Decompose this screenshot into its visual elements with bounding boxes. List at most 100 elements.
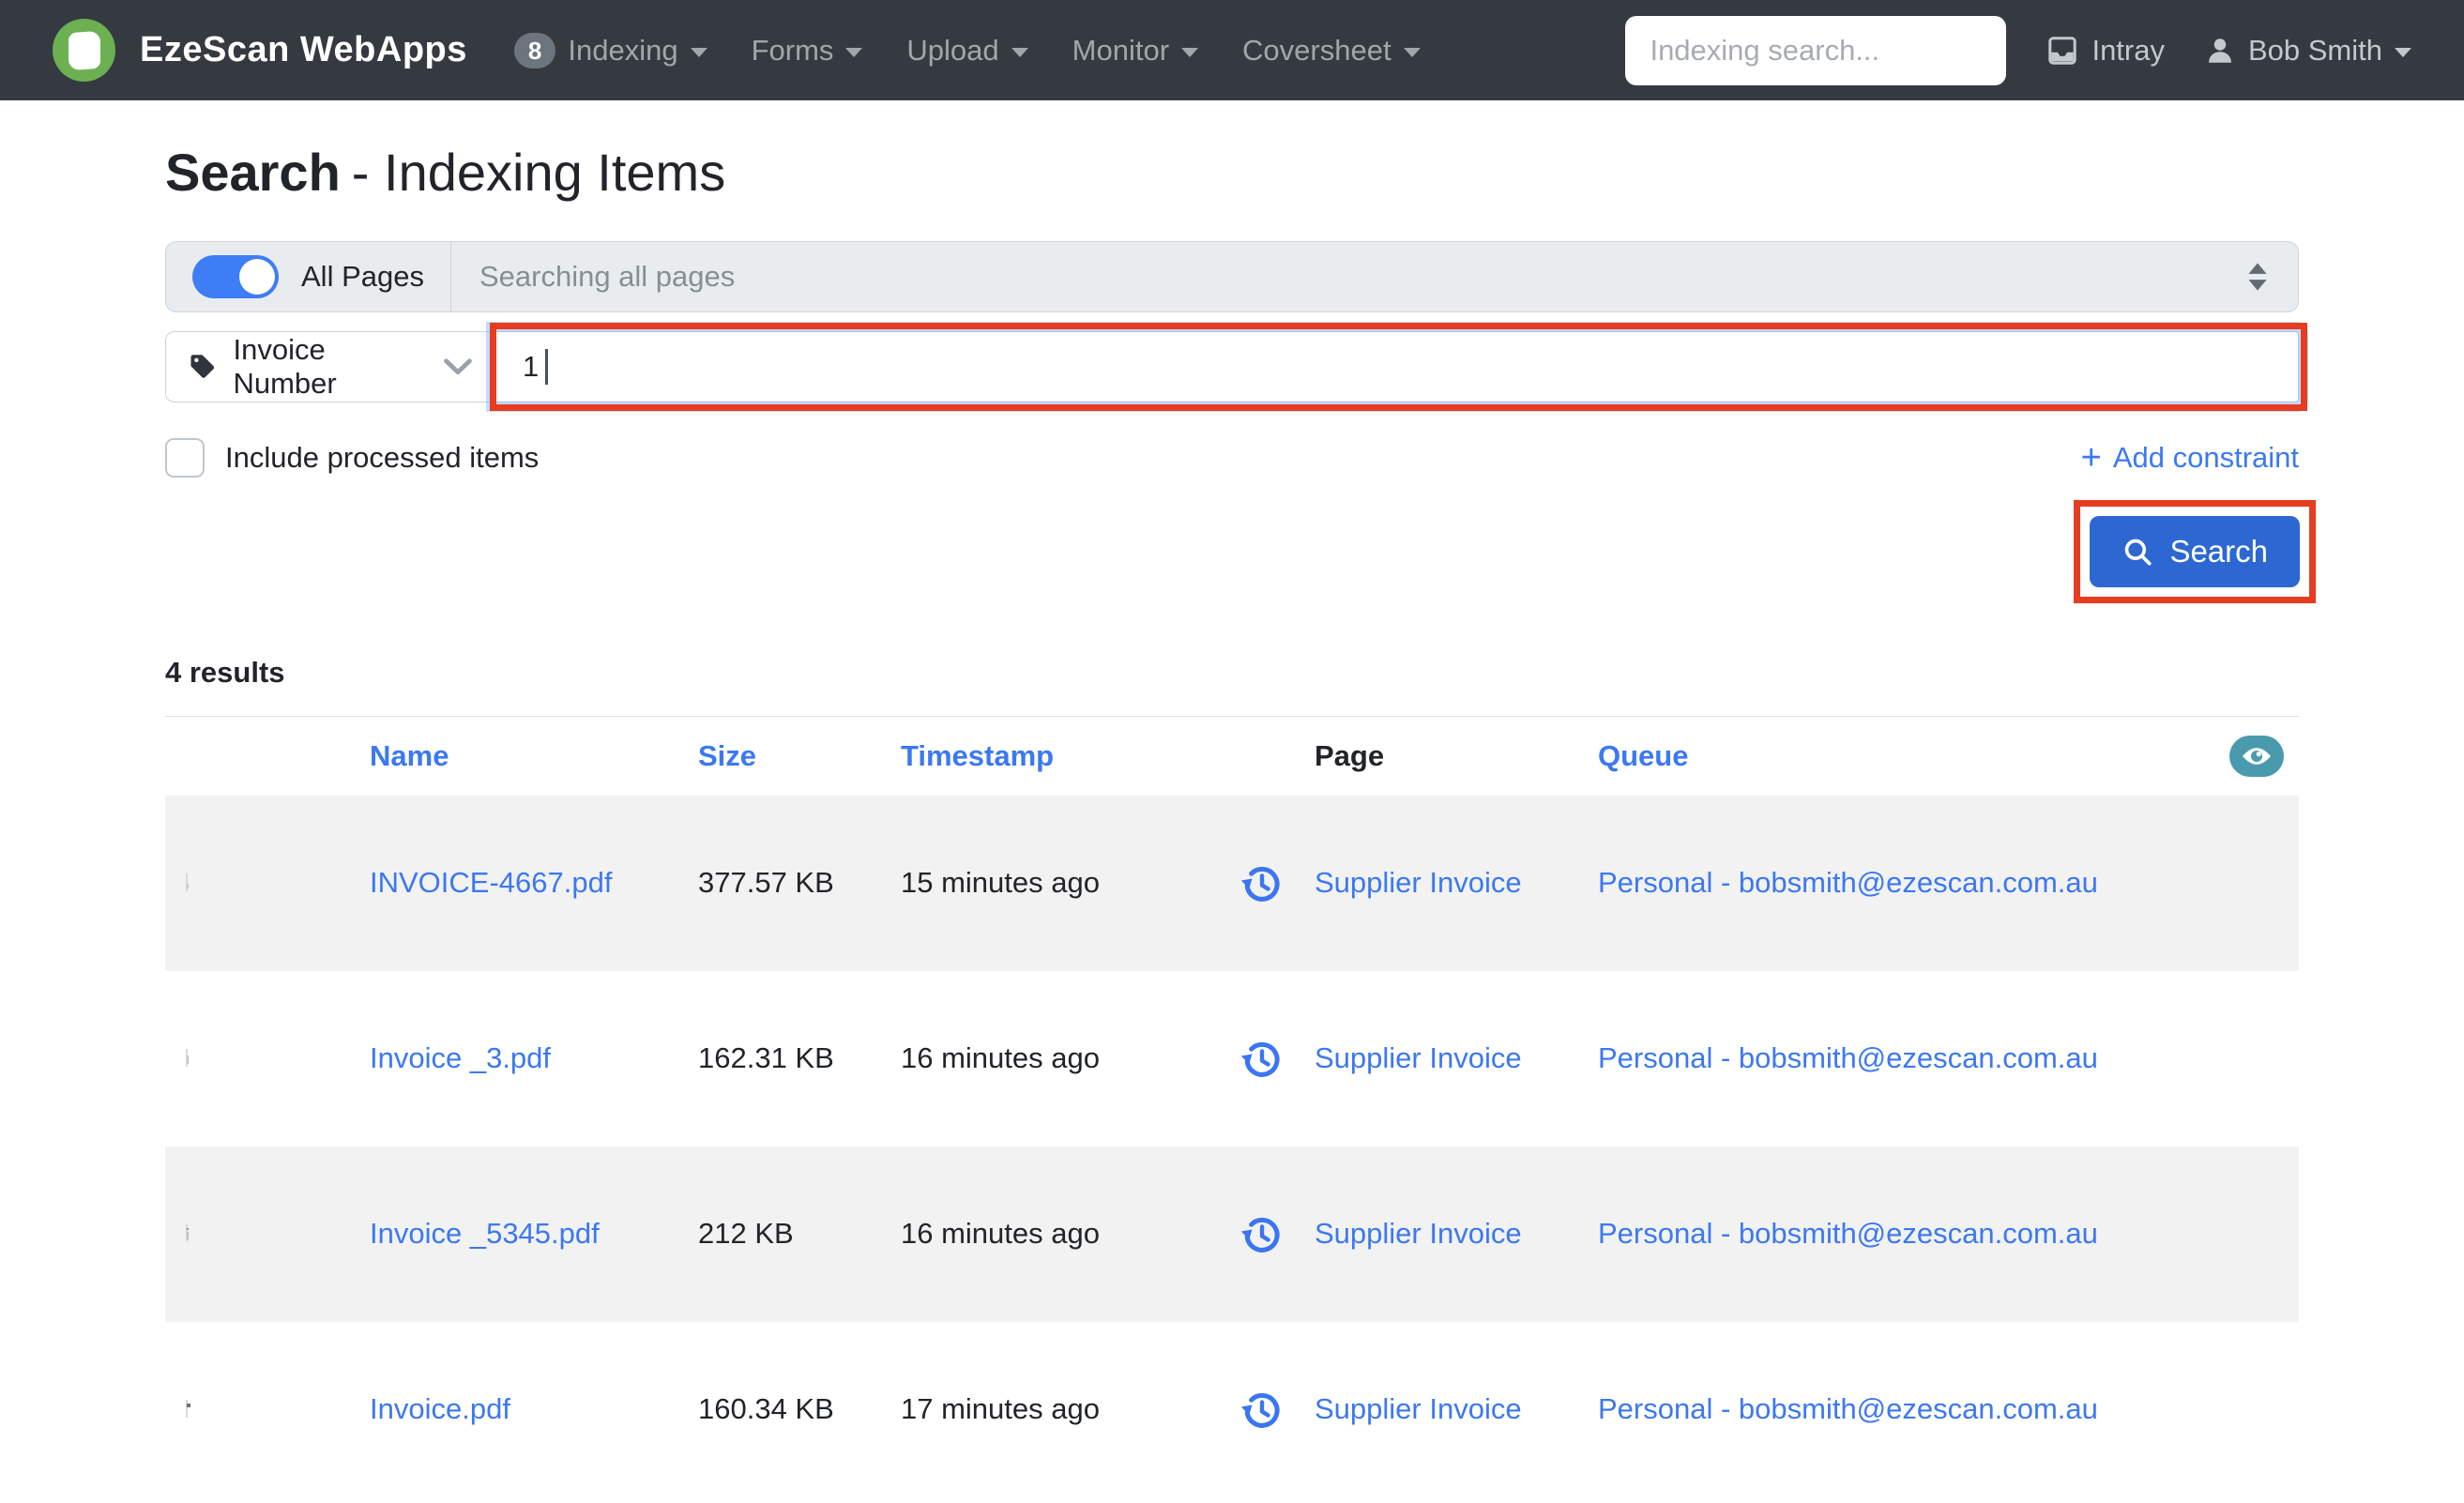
table-row: Invoice _3.pdf 162.31 KB 16 minutes ago …: [165, 971, 2299, 1146]
history-icon: [1240, 1392, 1280, 1428]
menu-indexing-label: Indexing: [568, 33, 678, 67]
user-name: Bob Smith: [2247, 33, 2382, 67]
table-row: Invoice _5345.pdf 212 KB 16 minutes ago …: [165, 1146, 2299, 1322]
file-name-link[interactable]: Invoice _3.pdf: [370, 1041, 698, 1075]
page-scope-select[interactable]: Searching all pages: [451, 242, 2298, 311]
page-title: Search - Indexing Items: [165, 144, 2299, 202]
table-row: Invoice.pdf 160.34 KB 17 minutes ago Sup…: [165, 1322, 2299, 1497]
document-thumbnail[interactable]: [186, 1049, 189, 1068]
page-scope-value: Searching all pages: [479, 259, 736, 293]
menu-monitor-label: Monitor: [1072, 33, 1170, 67]
include-processed-label: Include processed items: [225, 440, 540, 474]
main-menu: 8 Indexing Forms Upload Monitor Covershe…: [513, 32, 1465, 68]
indexing-search-input[interactable]: [1625, 15, 2007, 85]
intray-icon: [2048, 36, 2077, 65]
document-thumbnail[interactable]: [186, 1400, 190, 1419]
chevron-down-icon: [1011, 48, 1028, 57]
query-input[interactable]: [495, 330, 2299, 402]
page-link[interactable]: Supplier Invoice: [1315, 1392, 1598, 1426]
add-constraint-link[interactable]: + Add constraint: [2081, 440, 2299, 476]
menu-indexing[interactable]: 8 Indexing: [513, 32, 707, 68]
results-table: Name Size Timestamp Page Queue INVOICE-4…: [165, 715, 2299, 1497]
add-constraint-label: Add constraint: [2112, 440, 2299, 474]
queue-link[interactable]: Personal - bobsmith@ezescan.com.au: [1598, 1217, 2209, 1251]
indexing-count-badge: 8: [513, 32, 556, 68]
page-link[interactable]: Supplier Invoice: [1315, 1041, 1598, 1075]
up-down-icon: [2245, 261, 2270, 293]
file-size: 160.34 KB: [698, 1392, 834, 1426]
page-title-main: Search: [165, 143, 341, 202]
ezescan-logo-icon: [53, 19, 115, 82]
menu-upload-label: Upload: [906, 33, 999, 67]
top-navbar: EzeScan WebApps 8 Indexing Forms Upload …: [0, 0, 2464, 100]
file-timestamp: 16 minutes ago: [901, 1217, 1100, 1251]
toggle-thumbnails-button[interactable]: [2229, 735, 2284, 777]
queue-link[interactable]: Personal - bobsmith@ezescan.com.au: [1598, 1392, 2209, 1426]
all-pages-toggle[interactable]: [192, 254, 279, 298]
file-timestamp: 17 minutes ago: [901, 1392, 1100, 1426]
intray-label: Intray: [2091, 33, 2165, 67]
table-header-row: Name Size Timestamp Page Queue: [165, 717, 2299, 796]
file-name-link[interactable]: Invoice.pdf: [370, 1392, 698, 1426]
eye-icon: [2243, 747, 2271, 765]
column-header-timestamp[interactable]: Timestamp: [901, 739, 1206, 773]
file-timestamp: 16 minutes ago: [901, 1041, 1100, 1075]
menu-monitor[interactable]: Monitor: [1072, 33, 1199, 68]
chevron-down-icon: [1181, 48, 1199, 57]
document-thumbnail[interactable]: [186, 873, 189, 892]
include-processed-group: Include processed items: [165, 437, 540, 478]
menu-forms[interactable]: Forms: [752, 34, 863, 68]
user-icon: [2209, 38, 2231, 63]
history-button[interactable]: [1238, 1211, 1283, 1256]
brand-name: EzeScan WebApps: [140, 30, 467, 69]
query-input-wrap: [490, 322, 2307, 411]
file-size: 212 KB: [698, 1217, 794, 1251]
queue-link[interactable]: Personal - bobsmith@ezescan.com.au: [1598, 1041, 2209, 1075]
history-icon: [1240, 1041, 1280, 1077]
menu-coversheet[interactable]: Coversheet: [1242, 34, 1421, 68]
page-title-sub: - Indexing Items: [351, 143, 726, 202]
text-cursor: [545, 348, 548, 385]
column-header-size[interactable]: Size: [698, 739, 901, 773]
history-button[interactable]: [1238, 1036, 1283, 1081]
queue-link[interactable]: Personal - bobsmith@ezescan.com.au: [1598, 866, 2209, 900]
search-icon: [2125, 539, 2152, 566]
chevron-down-icon: [1403, 48, 1421, 57]
all-pages-toggle-group: All Pages: [166, 241, 451, 311]
intray-button[interactable]: Intray: [2046, 34, 2165, 68]
page-link[interactable]: Supplier Invoice: [1315, 1217, 1598, 1251]
search-button[interactable]: Search: [2090, 515, 2300, 587]
search-row: Search: [165, 499, 2316, 603]
annotation-highlight-search-button: Search: [2074, 499, 2316, 603]
file-name-link[interactable]: Invoice _5345.pdf: [370, 1217, 698, 1251]
plus-icon: +: [2080, 437, 2102, 478]
menu-upload[interactable]: Upload: [906, 33, 1028, 68]
options-row: Include processed items + Add constraint: [165, 437, 2299, 478]
file-size: 377.57 KB: [698, 866, 834, 900]
history-button[interactable]: [1238, 860, 1283, 905]
all-pages-label: All Pages: [301, 259, 424, 293]
search-scope-group: All Pages Searching all pages: [165, 240, 2299, 312]
chevron-down-icon: [2395, 48, 2411, 57]
column-header-queue[interactable]: Queue: [1598, 739, 2209, 773]
include-processed-checkbox[interactable]: [165, 437, 205, 478]
tag-icon: [190, 355, 215, 378]
file-timestamp: 15 minutes ago: [901, 866, 1100, 900]
user-menu[interactable]: Bob Smith: [2204, 34, 2411, 68]
history-button[interactable]: [1238, 1387, 1283, 1432]
menu-coversheet-label: Coversheet: [1242, 33, 1392, 67]
results-count: 4 results: [165, 655, 285, 689]
chevron-down-icon: [444, 357, 472, 376]
main-content: Search - Indexing Items All Pages Searchi…: [0, 144, 2464, 1497]
document-thumbnail[interactable]: [186, 1224, 189, 1243]
chevron-down-icon: [690, 48, 707, 57]
column-header-name[interactable]: Name: [370, 739, 698, 773]
column-header-page: Page: [1315, 738, 1385, 772]
table-row: INVOICE-4667.pdf 377.57 KB 15 minutes ag…: [165, 795, 2299, 971]
brand[interactable]: EzeScan WebApps: [53, 19, 467, 82]
page-link[interactable]: Supplier Invoice: [1315, 866, 1598, 900]
field-selector-value: Invoice Number: [233, 332, 337, 400]
field-selector[interactable]: Invoice Number: [165, 330, 495, 402]
file-name-link[interactable]: INVOICE-4667.pdf: [370, 866, 698, 900]
query-group: Invoice Number: [165, 322, 2307, 411]
